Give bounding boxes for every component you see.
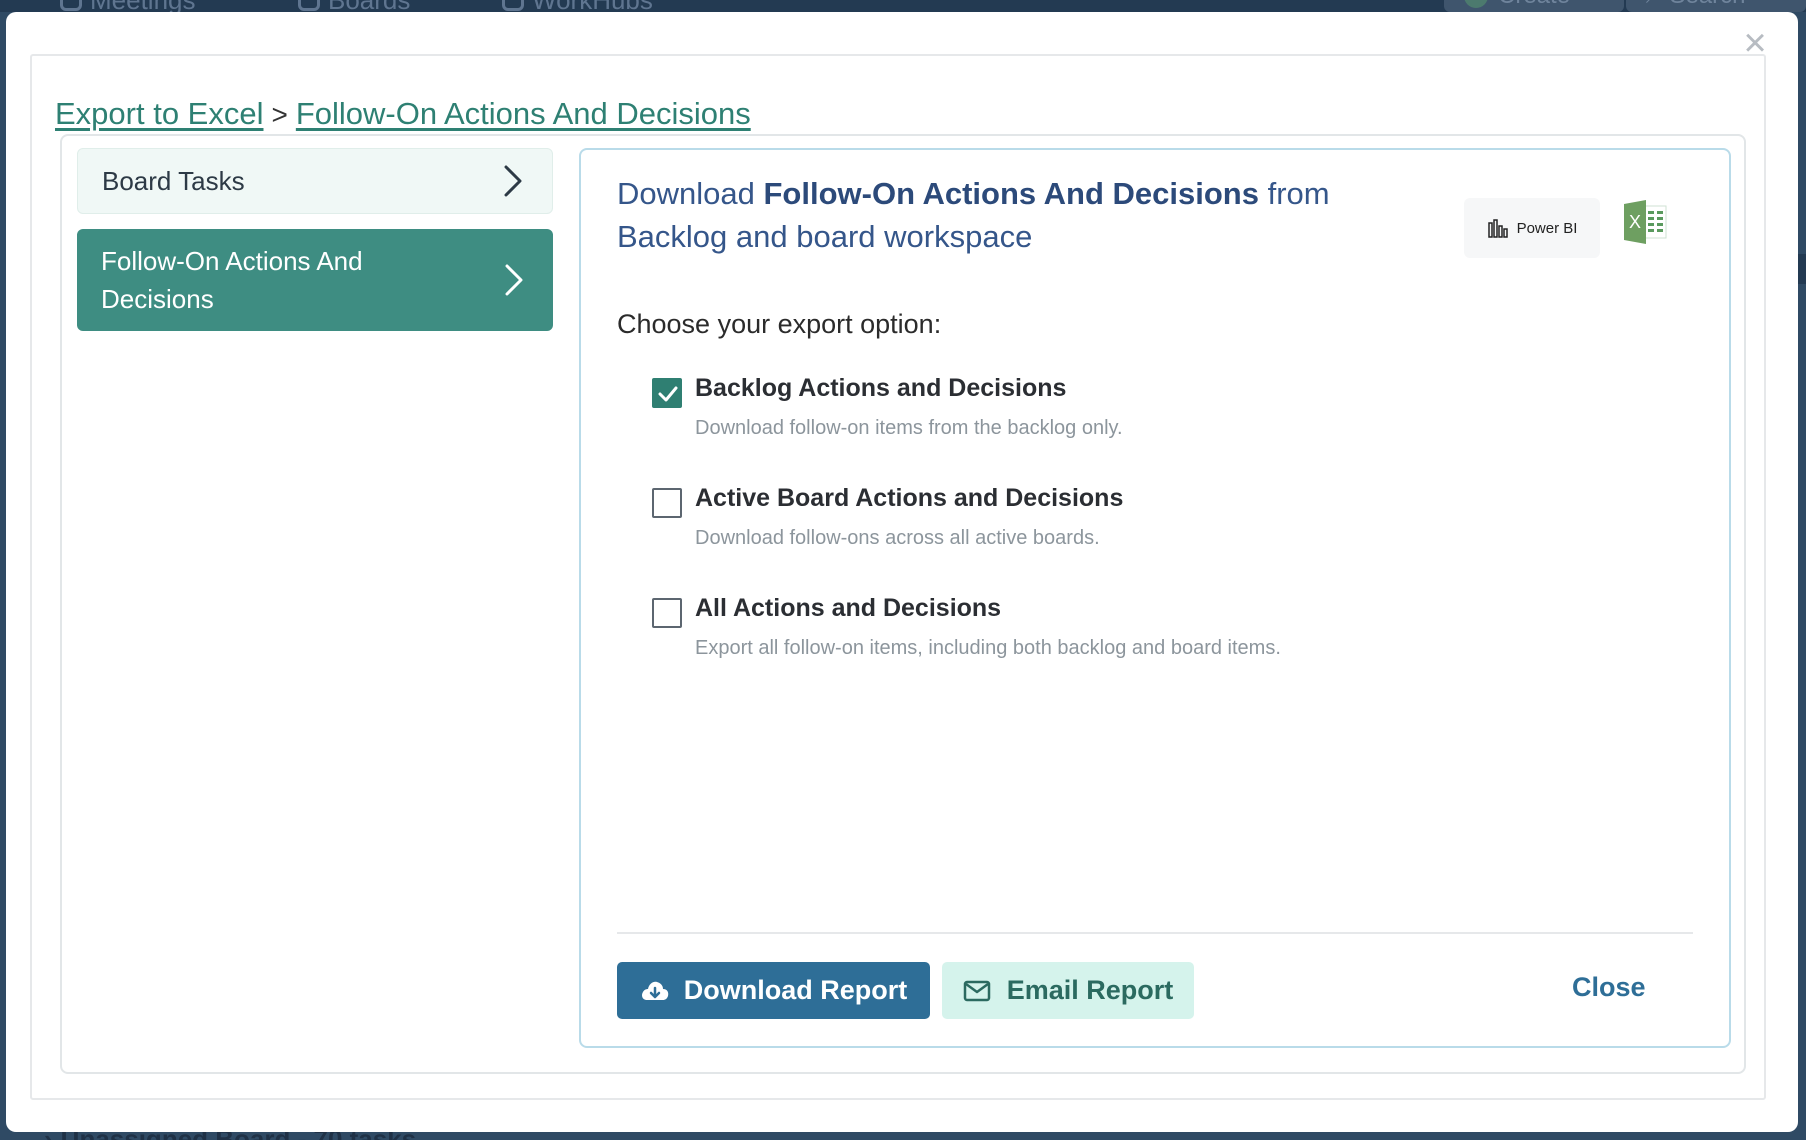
option-description: Export all follow-on items, including bo… [695,637,1281,659]
download-report-button[interactable]: Download Report [617,962,930,1019]
powerbi-icon [1487,219,1508,238]
email-report-button[interactable]: Email Report [942,962,1194,1019]
choose-option-label: Choose your export option: [617,309,942,339]
bg-search-button: ⌕ Search [1626,0,1806,12]
envelope-icon [963,980,990,1001]
breadcrumb-separator: > [271,99,288,130]
bg-edge [1798,254,1806,284]
breadcrumb-current-link[interactable]: Follow-On Actions And Decisions [296,96,751,131]
chevron-right-icon [505,264,523,296]
checkbox-active-board[interactable] [652,488,682,518]
option-description: Download follow-ons across all active bo… [695,527,1100,549]
breadcrumb: Export to Excel > Follow-On Actions And De… [55,96,751,132]
sidebar-item-board-tasks[interactable]: Board Tasks [77,148,553,214]
option-label[interactable]: Backlog Actions and Decisions [695,374,1066,403]
checkbox-backlog[interactable] [652,378,682,408]
email-report-label: Email Report [1006,975,1174,1005]
title-prefix: Download [617,176,755,211]
chevron-right-icon [504,165,522,197]
sidebar-item-label: Board Tasks [102,165,245,196]
sidebar-item-follow-on[interactable]: Follow-On Actions And Decisions [77,229,553,331]
close-button[interactable]: Close [1572,972,1646,1003]
cloud-download-icon [641,981,669,1000]
excel-icon[interactable]: X [1622,200,1668,244]
title-bold: Follow-On Actions And Decisions [763,176,1259,211]
workhubs-icon [502,0,524,11]
search-icon: ⌕ [1646,0,1659,10]
meetings-icon [60,0,82,11]
download-report-label: Download Report [683,975,908,1005]
boards-icon [298,0,320,11]
checkbox-all[interactable] [652,598,682,628]
svg-text:X: X [1629,212,1641,232]
bg-create-label: Create [1498,0,1570,10]
bg-search-label: Search [1669,0,1745,10]
powerbi-button[interactable]: Power BI [1464,198,1600,258]
download-title: Download Follow-On Actions And Decisions… [617,172,1377,258]
powerbi-label: Power BI [1516,219,1578,237]
footer-divider [617,932,1693,934]
sidebar-item-label: Follow-On Actions And Decisions [101,246,363,314]
bg-create-button: Create [1444,0,1624,12]
checkmark-icon [658,386,678,402]
breadcrumb-root-link[interactable]: Export to Excel [55,96,263,131]
option-label[interactable]: Active Board Actions and Decisions [695,484,1123,513]
option-label[interactable]: All Actions and Decisions [695,594,1001,623]
plus-icon [1464,0,1488,8]
option-description: Download follow-on items from the backlo… [695,417,1123,439]
